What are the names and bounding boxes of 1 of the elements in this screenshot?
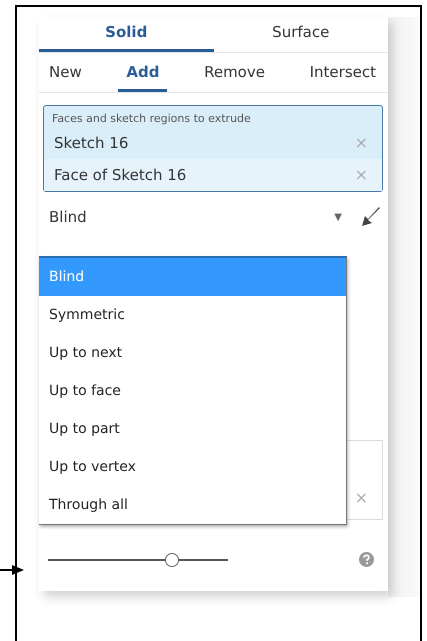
field-label: Faces and sketch regions to extrude bbox=[51, 111, 252, 127]
